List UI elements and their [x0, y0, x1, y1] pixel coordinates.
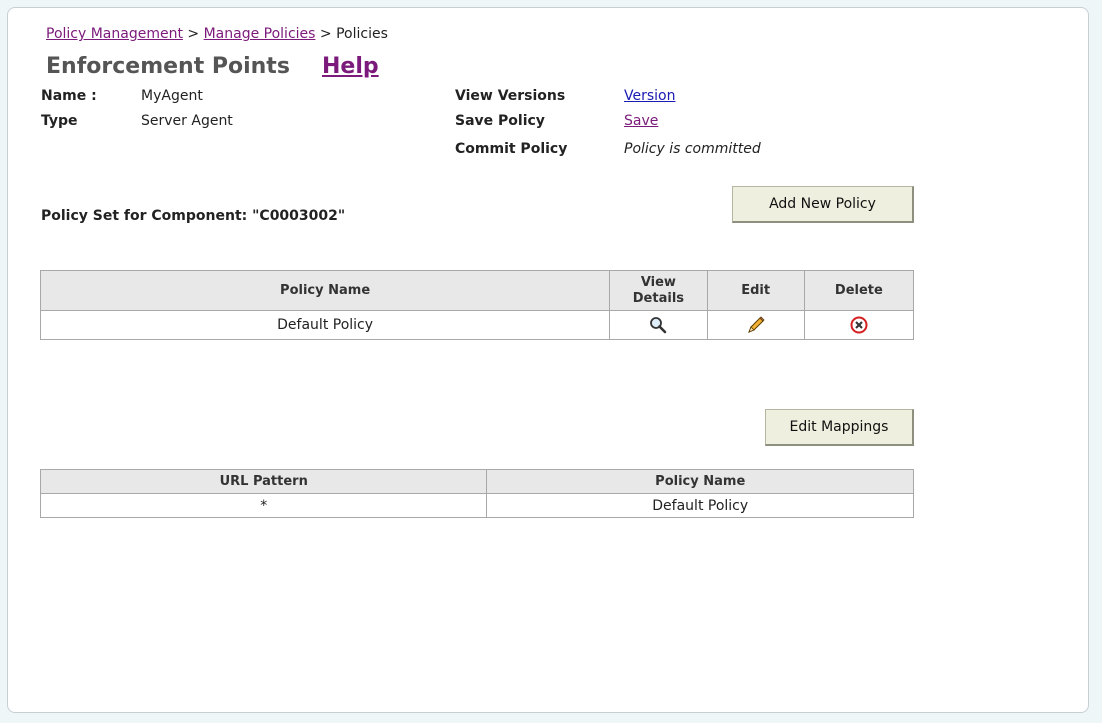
- col-delete: Delete: [803, 270, 915, 311]
- name-value: MyAgent: [141, 88, 203, 104]
- col-view-details: View Details: [609, 270, 708, 311]
- view-versions-label: View Versions: [455, 88, 566, 104]
- delete-icon: [850, 316, 868, 334]
- table-row: * Default Policy: [39, 493, 914, 518]
- type-label: Type: [41, 113, 78, 129]
- save-policy-label: Save Policy: [455, 113, 545, 129]
- breadcrumb-policy-management[interactable]: Policy Management: [46, 26, 183, 42]
- breadcrumb-manage-policies[interactable]: Manage Policies: [204, 26, 316, 42]
- edit-mappings-button[interactable]: Edit Mappings: [765, 409, 914, 446]
- col-edit: Edit: [706, 270, 805, 311]
- commit-policy-status: Policy is committed: [624, 141, 761, 157]
- add-new-policy-button[interactable]: Add New Policy: [732, 186, 914, 223]
- policies-table: Policy Name View Details Edit Delete Def…: [39, 270, 915, 340]
- mapping-policy-cell: Default Policy: [486, 493, 914, 518]
- commit-policy-label: Commit Policy: [455, 141, 568, 157]
- save-link[interactable]: Save: [624, 113, 658, 129]
- policy-set-label: Policy Set for Component: "C0003002": [41, 208, 346, 224]
- magnifier-icon: [650, 317, 667, 334]
- policy-name-cell: Default Policy: [39, 310, 611, 340]
- breadcrumb-separator: >: [319, 26, 332, 42]
- table-row: Default Policy: [39, 310, 915, 340]
- edit-button[interactable]: [706, 310, 805, 340]
- page-title: Enforcement Points: [46, 54, 290, 79]
- col-mapping-policy-name: Policy Name: [486, 469, 914, 494]
- col-policy-name: Policy Name: [39, 270, 611, 311]
- view-details-button[interactable]: [609, 310, 708, 340]
- breadcrumb: Policy Management > Manage Policies > Po…: [46, 26, 388, 42]
- col-url-pattern: URL Pattern: [39, 469, 488, 494]
- name-label: Name :: [41, 88, 97, 104]
- mappings-table: URL Pattern Policy Name * Default Policy: [39, 469, 914, 518]
- pencil-icon: [747, 316, 765, 333]
- type-value: Server Agent: [141, 113, 233, 129]
- delete-button[interactable]: [803, 310, 915, 340]
- policies-table-header: Policy Name View Details Edit Delete: [39, 270, 915, 311]
- breadcrumb-current: Policies: [336, 26, 388, 42]
- mappings-table-header: URL Pattern Policy Name: [39, 469, 914, 494]
- help-link[interactable]: Help: [322, 54, 379, 79]
- version-link[interactable]: Version: [624, 88, 675, 104]
- breadcrumb-separator: >: [187, 26, 200, 42]
- url-pattern-cell: *: [39, 493, 488, 518]
